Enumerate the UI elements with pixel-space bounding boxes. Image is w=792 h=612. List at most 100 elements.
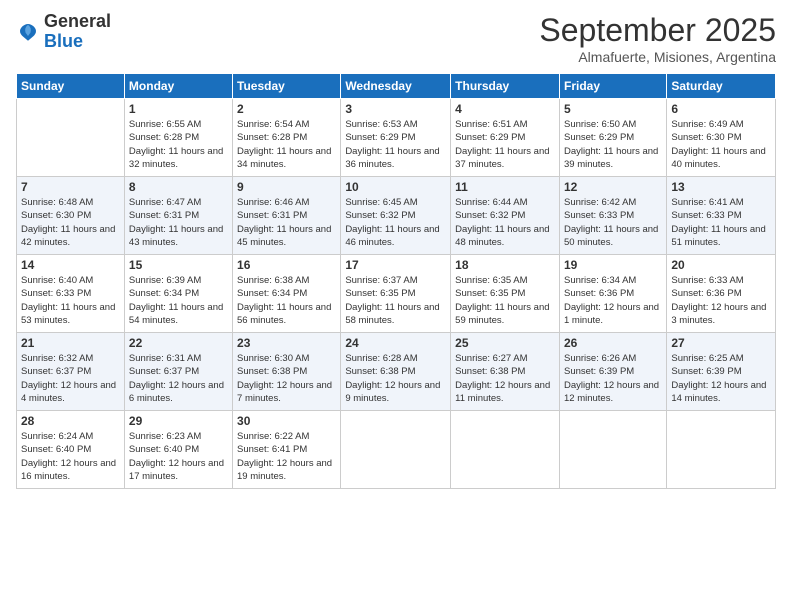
location-subtitle: Almafuerte, Misiones, Argentina <box>539 49 776 65</box>
day-info: Sunrise: 6:27 AM Sunset: 6:38 PM Dayligh… <box>455 352 555 405</box>
table-row <box>559 411 666 489</box>
table-row <box>341 411 451 489</box>
table-row: 8 Sunrise: 6:47 AM Sunset: 6:31 PM Daylig… <box>124 177 232 255</box>
calendar-week-row: 1Sunrise: 6:55 AM Sunset: 6:28 PM Daylig… <box>17 99 776 177</box>
day-info: Sunrise: 6:44 AM Sunset: 6:32 PM Dayligh… <box>455 196 555 249</box>
day-info: Sunrise: 6:48 AM Sunset: 6:30 PM Dayligh… <box>21 196 120 249</box>
table-row: 28 Sunrise: 6:24 AM Sunset: 6:40 PM Dayli… <box>17 411 125 489</box>
day-number: 1 <box>129 102 228 116</box>
table-row: 29Sunrise: 6:23 AM Sunset: 6:40 PM Dayli… <box>124 411 232 489</box>
day-number: 26 <box>564 336 662 350</box>
table-row: 7Sunrise: 6:48 AM Sunset: 6:30 PM Daylig… <box>17 177 125 255</box>
day-number: 21 <box>21 336 120 350</box>
table-row: 26 Sunrise: 6:26 AM Sunset: 6:39 PM Dayli… <box>559 333 666 411</box>
table-row: 10Sunrise: 6:45 AM Sunset: 6:32 PM Dayli… <box>341 177 451 255</box>
table-row: 21 Sunrise: 6:32 AM Sunset: 6:37 PM Dayli… <box>17 333 125 411</box>
col-friday: Friday <box>559 74 666 99</box>
day-info: Sunrise: 6:25 AM Sunset: 6:39 PM Dayligh… <box>671 352 771 405</box>
table-row: 19 Sunrise: 6:34 AM Sunset: 6:36 PM Dayli… <box>559 255 666 333</box>
day-info: Sunrise: 6:38 AM Sunset: 6:34 PM Dayligh… <box>237 274 336 327</box>
table-row: 22 Sunrise: 6:31 AM Sunset: 6:37 PM Dayli… <box>124 333 232 411</box>
logo-blue: Blue <box>44 31 83 51</box>
day-number: 28 <box>21 414 120 428</box>
day-info: Sunrise: 6:31 AM Sunset: 6:37 PM Dayligh… <box>129 352 228 405</box>
day-number: 14 <box>21 258 120 272</box>
calendar-week-row: 7Sunrise: 6:48 AM Sunset: 6:30 PM Daylig… <box>17 177 776 255</box>
day-info: Sunrise: 6:28 AM Sunset: 6:38 PM Dayligh… <box>345 352 446 405</box>
day-number: 22 <box>129 336 228 350</box>
table-row: 12 Sunrise: 6:42 AM Sunset: 6:33 PM Dayli… <box>559 177 666 255</box>
day-info: Sunrise: 6:22 AM Sunset: 6:41 PM Dayligh… <box>237 430 336 483</box>
table-row: 6Sunrise: 6:49 AM Sunset: 6:30 PM Daylig… <box>667 99 776 177</box>
table-row <box>451 411 560 489</box>
day-info: Sunrise: 6:35 AM Sunset: 6:35 PM Dayligh… <box>455 274 555 327</box>
day-number: 19 <box>564 258 662 272</box>
day-number: 10 <box>345 180 446 194</box>
table-row: 17 Sunrise: 6:37 AM Sunset: 6:35 PM Dayli… <box>341 255 451 333</box>
table-row: 18Sunrise: 6:35 AM Sunset: 6:35 PM Dayli… <box>451 255 560 333</box>
day-info: Sunrise: 6:40 AM Sunset: 6:33 PM Dayligh… <box>21 274 120 327</box>
table-row <box>17 99 125 177</box>
table-row: 24 Sunrise: 6:28 AM Sunset: 6:38 PM Dayli… <box>341 333 451 411</box>
table-row: 5Sunrise: 6:50 AM Sunset: 6:29 PM Daylig… <box>559 99 666 177</box>
col-wednesday: Wednesday <box>341 74 451 99</box>
day-info: Sunrise: 6:47 AM Sunset: 6:31 PM Dayligh… <box>129 196 228 249</box>
day-info: Sunrise: 6:46 AM Sunset: 6:31 PM Dayligh… <box>237 196 336 249</box>
day-number: 20 <box>671 258 771 272</box>
day-number: 13 <box>671 180 771 194</box>
calendar-week-row: 21 Sunrise: 6:32 AM Sunset: 6:37 PM Dayli… <box>17 333 776 411</box>
table-row: 30 Sunrise: 6:22 AM Sunset: 6:41 PM Dayli… <box>233 411 341 489</box>
day-number: 8 <box>129 180 228 194</box>
day-number: 23 <box>237 336 336 350</box>
table-row: 13Sunrise: 6:41 AM Sunset: 6:33 PM Dayli… <box>667 177 776 255</box>
header-row: Sunday Monday Tuesday Wednesday Thursday… <box>17 74 776 99</box>
day-info: Sunrise: 6:32 AM Sunset: 6:37 PM Dayligh… <box>21 352 120 405</box>
day-number: 2 <box>237 102 336 116</box>
table-row: 1Sunrise: 6:55 AM Sunset: 6:28 PM Daylig… <box>124 99 232 177</box>
table-row: 4 Sunrise: 6:51 AM Sunset: 6:29 PM Daylig… <box>451 99 560 177</box>
logo-icon <box>16 20 40 44</box>
table-row: 9Sunrise: 6:46 AM Sunset: 6:31 PM Daylig… <box>233 177 341 255</box>
day-number: 30 <box>237 414 336 428</box>
day-info: Sunrise: 6:34 AM Sunset: 6:36 PM Dayligh… <box>564 274 662 327</box>
day-number: 6 <box>671 102 771 116</box>
day-info: Sunrise: 6:26 AM Sunset: 6:39 PM Dayligh… <box>564 352 662 405</box>
day-info: Sunrise: 6:30 AM Sunset: 6:38 PM Dayligh… <box>237 352 336 405</box>
col-thursday: Thursday <box>451 74 560 99</box>
table-row: 20Sunrise: 6:33 AM Sunset: 6:36 PM Dayli… <box>667 255 776 333</box>
day-number: 24 <box>345 336 446 350</box>
day-number: 3 <box>345 102 446 116</box>
logo-general: General <box>44 11 111 31</box>
calendar-week-row: 14 Sunrise: 6:40 AM Sunset: 6:33 PM Dayli… <box>17 255 776 333</box>
table-row: 11 Sunrise: 6:44 AM Sunset: 6:32 PM Dayli… <box>451 177 560 255</box>
month-title: September 2025 <box>539 12 776 49</box>
header: General Blue September 2025 Almafuerte, … <box>16 12 776 65</box>
day-number: 25 <box>455 336 555 350</box>
day-number: 15 <box>129 258 228 272</box>
day-info: Sunrise: 6:51 AM Sunset: 6:29 PM Dayligh… <box>455 118 555 171</box>
day-info: Sunrise: 6:37 AM Sunset: 6:35 PM Dayligh… <box>345 274 446 327</box>
table-row: 16Sunrise: 6:38 AM Sunset: 6:34 PM Dayli… <box>233 255 341 333</box>
title-block: September 2025 Almafuerte, Misiones, Arg… <box>539 12 776 65</box>
calendar-week-row: 28 Sunrise: 6:24 AM Sunset: 6:40 PM Dayli… <box>17 411 776 489</box>
day-info: Sunrise: 6:23 AM Sunset: 6:40 PM Dayligh… <box>129 430 228 483</box>
logo: General Blue <box>16 12 111 52</box>
day-info: Sunrise: 6:54 AM Sunset: 6:28 PM Dayligh… <box>237 118 336 171</box>
day-number: 12 <box>564 180 662 194</box>
day-info: Sunrise: 6:42 AM Sunset: 6:33 PM Dayligh… <box>564 196 662 249</box>
table-row: 3 Sunrise: 6:53 AM Sunset: 6:29 PM Daylig… <box>341 99 451 177</box>
table-row: 15Sunrise: 6:39 AM Sunset: 6:34 PM Dayli… <box>124 255 232 333</box>
day-info: Sunrise: 6:24 AM Sunset: 6:40 PM Dayligh… <box>21 430 120 483</box>
day-info: Sunrise: 6:50 AM Sunset: 6:29 PM Dayligh… <box>564 118 662 171</box>
logo-text: General Blue <box>44 12 111 52</box>
calendar-table: Sunday Monday Tuesday Wednesday Thursday… <box>16 73 776 489</box>
day-number: 4 <box>455 102 555 116</box>
day-number: 17 <box>345 258 446 272</box>
day-number: 27 <box>671 336 771 350</box>
table-row: 14 Sunrise: 6:40 AM Sunset: 6:33 PM Dayli… <box>17 255 125 333</box>
col-sunday: Sunday <box>17 74 125 99</box>
table-row <box>667 411 776 489</box>
day-info: Sunrise: 6:53 AM Sunset: 6:29 PM Dayligh… <box>345 118 446 171</box>
day-number: 11 <box>455 180 555 194</box>
table-row: 2 Sunrise: 6:54 AM Sunset: 6:28 PM Daylig… <box>233 99 341 177</box>
